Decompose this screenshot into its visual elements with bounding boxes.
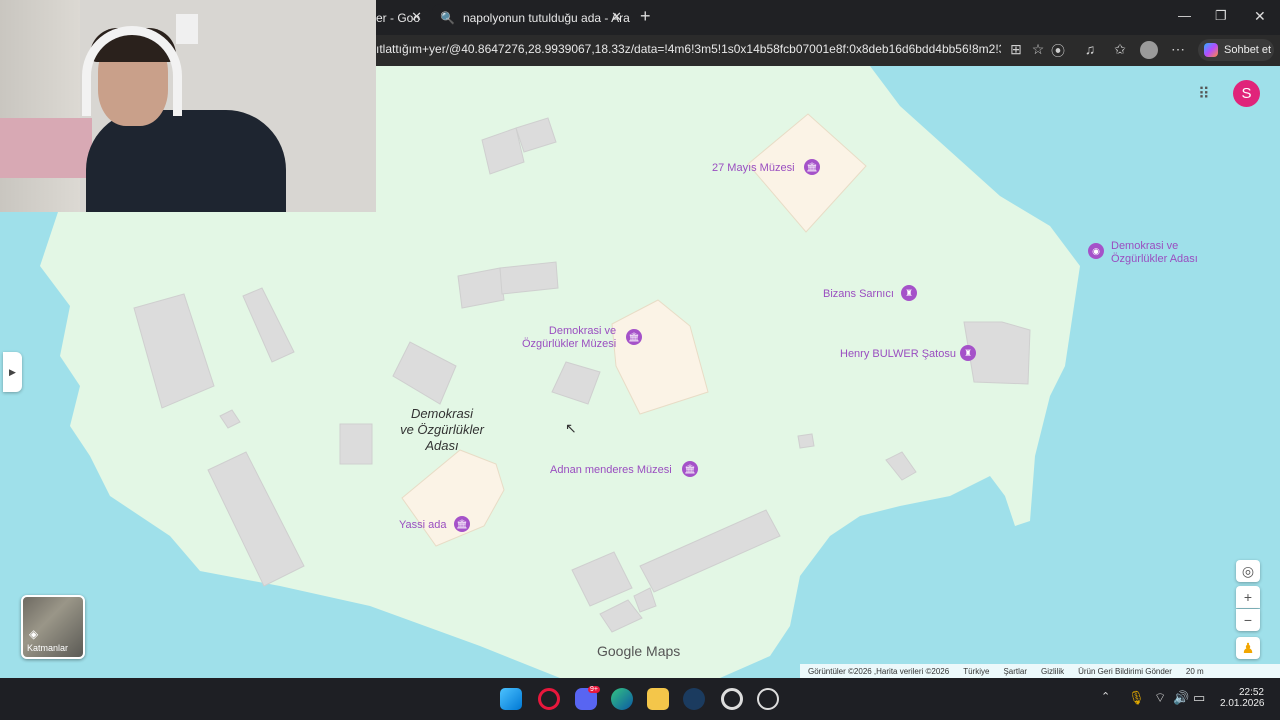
account-avatar[interactable]: S: [1233, 80, 1260, 107]
clock[interactable]: 22:52 2.01.2026: [1220, 687, 1265, 709]
close-window-icon[interactable]: ✕: [1254, 8, 1266, 25]
copilot-icon: [1204, 43, 1218, 57]
new-tab-button[interactable]: +: [640, 6, 651, 27]
minimize-icon[interactable]: —: [1178, 8, 1191, 23]
volume-icon[interactable]: 🔊: [1173, 690, 1189, 706]
wall-item: [176, 14, 198, 44]
battery-icon[interactable]: ▭: [1193, 690, 1205, 706]
bed-blanket: [0, 118, 92, 178]
museum-icon[interactable]: 🏛: [682, 461, 698, 477]
window-blinds: [0, 0, 80, 212]
poi-label[interactable]: Henry BULWER Şatosu: [840, 348, 956, 361]
scale-label[interactable]: 20 m: [1186, 667, 1204, 676]
poi-label[interactable]: Adnan menderes Müzesi: [550, 464, 672, 477]
tab-label: napolyonun tutulduğu ada - Aram: [462, 10, 630, 25]
headphones: [82, 26, 182, 116]
island-label: Demokrasi ve Özgürlükler Adası: [390, 406, 494, 454]
google-maps-logo: Google Maps: [597, 643, 681, 659]
windows-start-icon[interactable]: [500, 688, 522, 710]
island-label-line: Adası: [425, 438, 459, 453]
layers-button[interactable]: ◈ Katmanlar: [21, 595, 85, 659]
layers-icon: ◈: [29, 627, 39, 641]
museum-icon[interactable]: 🏛: [804, 159, 820, 175]
expand-panel-button[interactable]: ▶: [3, 352, 22, 392]
url-field[interactable]: ıtlattığım+yer/@40.8647276,28.9939067,18…: [376, 42, 1001, 56]
landmark-icon[interactable]: ♜: [960, 345, 976, 361]
attribution-bar: Görüntüler ©2026 ,Harita verileri ©2026 …: [800, 664, 1280, 678]
taskbar: 9+ ⌃ 🎙 ⌔ 🔊 ▭ 22:52 2.01.2026: [0, 678, 1280, 720]
more-menu-icon[interactable]: ⋯: [1168, 41, 1188, 58]
opera-icon[interactable]: [538, 688, 560, 710]
region-link[interactable]: Türkiye: [963, 667, 989, 676]
search-icon: 🔍: [440, 10, 455, 25]
read-aloud-icon[interactable]: ♫: [1080, 41, 1100, 57]
zoom-out-button[interactable]: −: [1236, 609, 1260, 631]
tab-active[interactable]: 🔍 napolyonun tutulduğu ada - Aram ✕: [432, 4, 630, 31]
pegman-icon[interactable]: ♟: [1236, 637, 1260, 659]
settings-gear-icon[interactable]: [721, 688, 743, 710]
copilot-button[interactable]: Sohbet et: [1198, 39, 1274, 61]
file-explorer-icon[interactable]: [647, 688, 669, 710]
apps-grid-icon[interactable]: ⠿: [1198, 84, 1210, 104]
clock-date: 2.01.2026: [1220, 698, 1265, 709]
island-label-line: ve Özgürlükler: [400, 422, 484, 437]
tab-close-icon[interactable]: ✕: [411, 9, 422, 25]
microphone-icon[interactable]: 🎙: [1128, 690, 1145, 706]
steam-icon[interactable]: [683, 688, 705, 710]
app-available-icon[interactable]: ⊞: [1006, 41, 1026, 58]
mouse-cursor-icon: ↖: [565, 420, 577, 436]
tab-previous[interactable]: er - Goo ✕: [368, 4, 430, 31]
location-pin-icon[interactable]: ⦿: [1048, 41, 1068, 61]
tab-close-icon[interactable]: ✕: [611, 9, 622, 25]
wifi-icon[interactable]: ⌔: [1154, 690, 1166, 706]
chevron-up-icon[interactable]: ⌃: [1101, 690, 1110, 703]
person-shirt: [86, 110, 286, 212]
clock-time: 22:52: [1238, 687, 1264, 698]
poi-label[interactable]: Bizans Sarnıcı: [823, 288, 894, 301]
favorite-star-icon[interactable]: ☆: [1028, 41, 1048, 58]
poi-label[interactable]: Yassi ada: [399, 519, 447, 532]
poi-label[interactable]: Demokrasi ve Özgürlükler Adası: [1111, 240, 1198, 266]
museum-icon[interactable]: 🏛: [454, 516, 470, 532]
poi-label[interactable]: Demokrasi ve Özgürlükler Müzesi: [522, 325, 616, 351]
copilot-label: Sohbet et: [1224, 44, 1272, 56]
obs-icon[interactable]: [757, 688, 779, 710]
edge-icon[interactable]: [611, 688, 633, 710]
zoom-in-button[interactable]: +: [1236, 586, 1260, 608]
museum-icon[interactable]: 🏛: [626, 329, 642, 345]
maximize-icon[interactable]: ❐: [1215, 8, 1227, 24]
profile-avatar[interactable]: [1140, 41, 1158, 59]
my-location-button[interactable]: ◎: [1236, 560, 1260, 582]
layers-label: Katmanlar: [27, 643, 69, 653]
island-label-line: Demokrasi: [410, 406, 474, 421]
favorites-icon[interactable]: ✩: [1110, 41, 1130, 58]
discord-badge: 9+: [588, 686, 600, 693]
landmark-icon[interactable]: ♜: [901, 285, 917, 301]
poi-label[interactable]: 27 Mayıs Müzesi: [712, 162, 795, 175]
terms-link[interactable]: Şartlar: [1003, 667, 1027, 676]
attribution-text: Görüntüler ©2026 ,Harita verileri ©2026: [808, 666, 950, 676]
feedback-link[interactable]: Ürün Geri Bildirimi Gönder: [1078, 667, 1172, 676]
camera-icon[interactable]: ◉: [1088, 243, 1104, 259]
privacy-link[interactable]: Gizlilik: [1041, 667, 1064, 676]
webcam-overlay: [0, 0, 376, 212]
